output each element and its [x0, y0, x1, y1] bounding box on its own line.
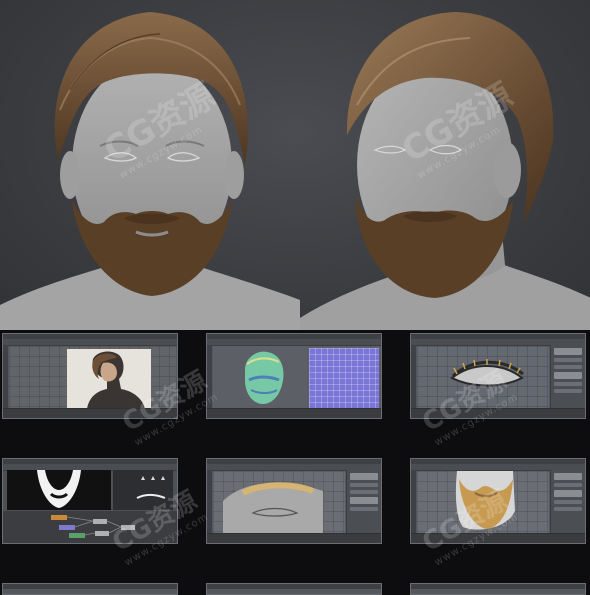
screenshot-eyebrow-groom [206, 458, 382, 544]
bust-three-quarter-view [295, 0, 590, 330]
reference-photo [67, 349, 151, 409]
screenshot-beard-groom [410, 458, 586, 544]
screenshot-grid: CG资源www.cgzyw.com CG资源www.cgzyw.com CG资源… [0, 330, 590, 595]
node-graph [3, 511, 177, 543]
preview-panel [113, 470, 173, 510]
screenshot-row3-partial-1 [2, 583, 178, 595]
screenshot-row3-partial-3 [410, 583, 586, 595]
uv-grid-panel [309, 348, 379, 410]
screenshot-eyelash-groom [410, 333, 586, 419]
screenshot-beard-mask-node-graph [2, 458, 178, 544]
screenshot-photo-reference [2, 333, 178, 419]
uv-head [237, 350, 289, 408]
hero-render: CG资源www.cgzyw.com CG资源www.cgzyw.com [0, 0, 590, 330]
beard-mask-texture [7, 470, 111, 510]
screenshot-uv-layout [206, 333, 382, 419]
screenshot-row3-partial-2 [206, 583, 382, 595]
bust-front-view [0, 0, 300, 330]
